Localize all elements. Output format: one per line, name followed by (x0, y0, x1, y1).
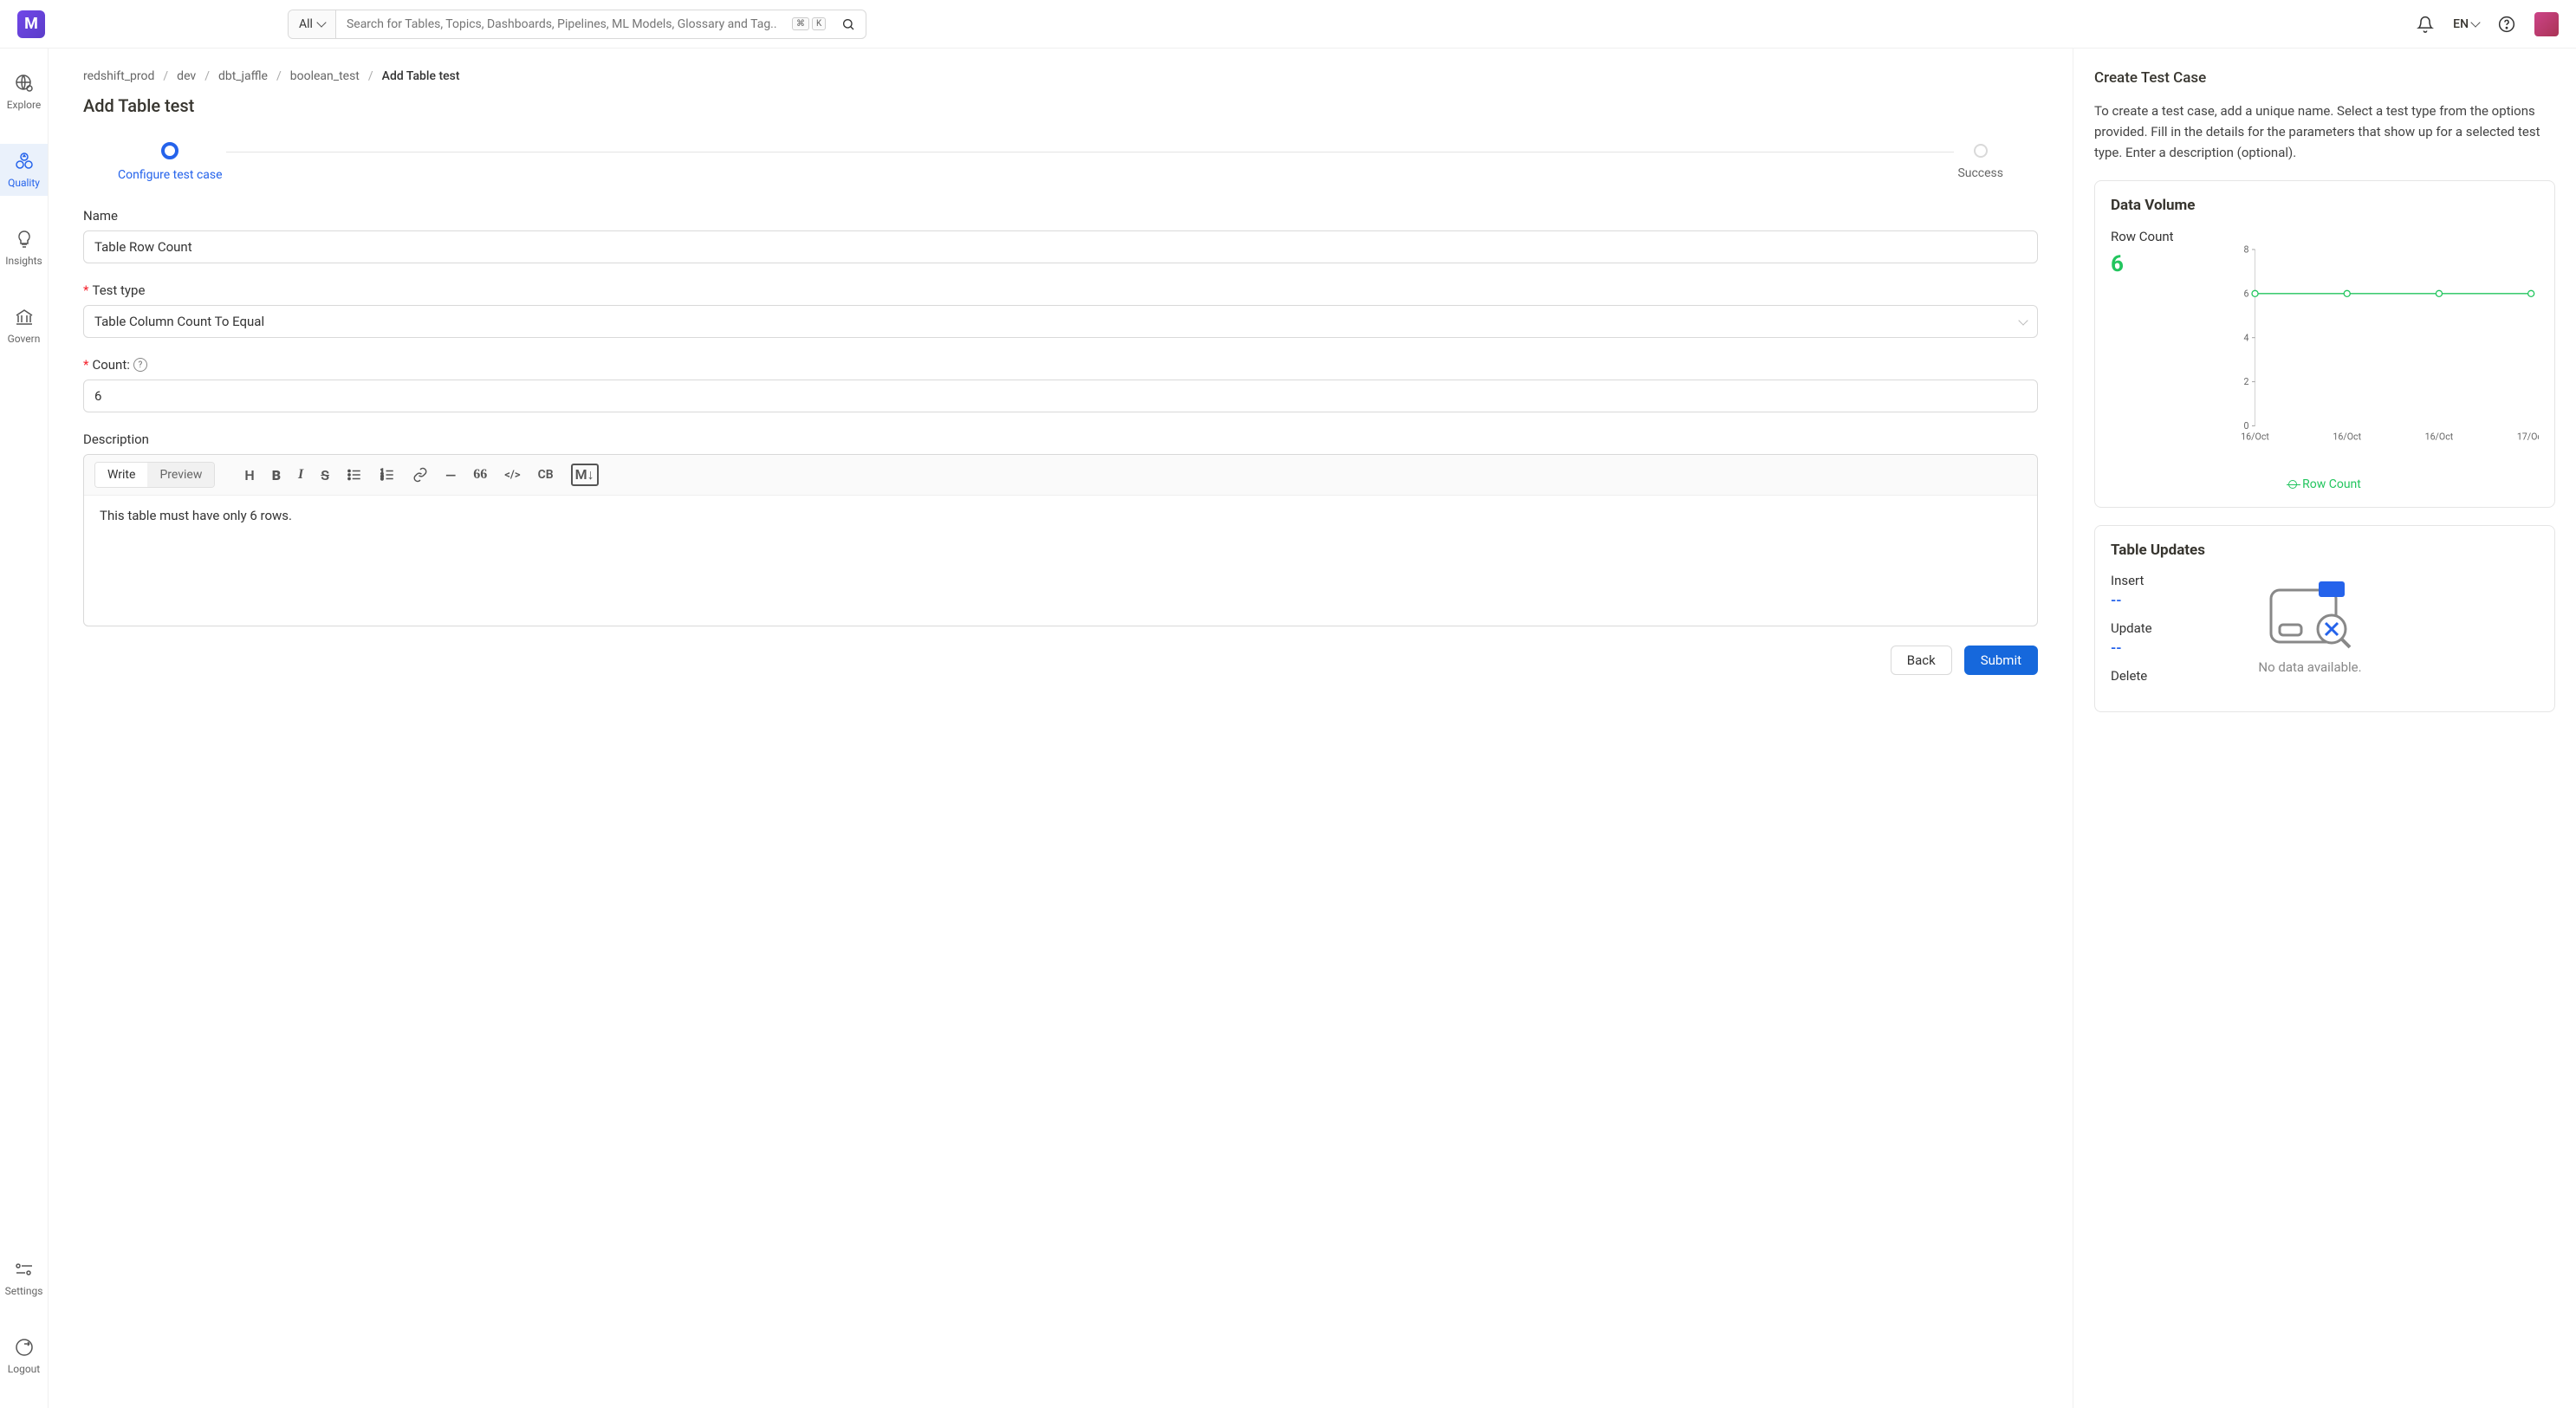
no-data-icon (2258, 573, 2362, 659)
code-icon[interactable]: </> (504, 469, 520, 482)
right-panel-description: To create a test case, add a unique name… (2094, 101, 2555, 163)
svg-text:3: 3 (381, 477, 384, 482)
description-textarea[interactable]: This table must have only 6 rows. (84, 496, 2037, 626)
search-scope-label: All (299, 17, 313, 31)
hr-icon[interactable]: — (445, 467, 456, 483)
no-data-text: No data available. (2258, 659, 2361, 675)
sidebar-item-logout[interactable]: Logout (0, 1330, 48, 1382)
avatar[interactable] (2534, 12, 2559, 36)
tab-preview[interactable]: Preview (147, 463, 214, 487)
strike-icon[interactable]: S (321, 467, 329, 483)
insert-value: -- (2111, 592, 2232, 608)
svg-text:8: 8 (2244, 243, 2249, 255)
submit-button[interactable]: Submit (1964, 646, 2038, 675)
search-icon[interactable] (831, 17, 866, 31)
table-updates-title: Table Updates (2111, 542, 2539, 559)
breadcrumb-link[interactable]: redshift_prod (83, 69, 154, 83)
count-input[interactable] (83, 380, 2038, 412)
govern-icon (14, 307, 35, 328)
search-scope-select[interactable]: All (289, 10, 336, 38)
svg-text:16/Oct: 16/Oct (2333, 431, 2361, 442)
row-count-label: Row Count (2111, 228, 2215, 246)
breadcrumb-link[interactable]: dbt_jaffle (218, 69, 268, 83)
step-success: Success (1957, 144, 2003, 180)
breadcrumb-link[interactable]: dev (177, 69, 196, 83)
svg-text:4: 4 (2244, 332, 2249, 343)
test-type-label: *Test type (83, 282, 2038, 298)
insert-label: Insert (2111, 573, 2232, 588)
sidebar-item-quality[interactable]: Quality (0, 144, 48, 196)
quote-icon[interactable]: 66 (473, 467, 487, 483)
help-icon[interactable] (2498, 16, 2515, 33)
help-icon[interactable]: ? (133, 358, 147, 372)
update-value: -- (2111, 639, 2232, 656)
svg-text:2: 2 (2244, 376, 2249, 387)
tab-write[interactable]: Write (95, 463, 147, 487)
markdown-icon[interactable]: M↓ (571, 464, 599, 486)
breadcrumb-current: Add Table test (382, 69, 460, 83)
row-count-chart: 0 2 4 6 8 16/Oct 16/Oct 16/Oct 17/Oct (2232, 228, 2539, 470)
test-type-select[interactable]: Table Column Count To Equal (83, 305, 2038, 338)
chevron-down-icon (316, 17, 326, 27)
svg-text:0: 0 (2244, 420, 2249, 431)
link-icon[interactable] (412, 467, 428, 483)
settings-icon (14, 1259, 35, 1280)
svg-text:16/Oct: 16/Oct (2425, 431, 2454, 442)
name-label: Name (83, 208, 2038, 224)
heading-icon[interactable]: H (244, 467, 254, 483)
codeblock-icon[interactable]: CB (538, 468, 554, 482)
globe-icon (14, 73, 35, 94)
search-input[interactable] (336, 10, 787, 38)
breadcrumb: redshift_prod/ dev/ dbt_jaffle/ boolean_… (83, 69, 2038, 83)
bulb-icon (14, 229, 35, 250)
ul-icon[interactable] (347, 467, 362, 483)
legend-marker-icon (2288, 480, 2297, 489)
language-select[interactable]: EN (2453, 17, 2479, 31)
page-title: Add Table test (83, 95, 2038, 116)
svg-text:6: 6 (2244, 288, 2249, 299)
name-input[interactable] (83, 230, 2038, 263)
step-circle-active-icon (161, 142, 178, 159)
row-count-value: 6 (2111, 251, 2215, 277)
sidebar-item-explore[interactable]: Explore (0, 66, 48, 118)
right-panel-title: Create Test Case (2094, 69, 2555, 87)
delete-label: Delete (2111, 668, 2232, 684)
description-label: Description (83, 431, 2038, 447)
notifications-icon[interactable] (2417, 16, 2434, 33)
quality-icon (14, 151, 35, 172)
back-button[interactable]: Back (1891, 646, 1952, 675)
sidebar-item-insights[interactable]: Insights (0, 222, 48, 274)
sidebar-item-govern[interactable]: Govern (0, 300, 48, 352)
count-label: *Count: ? (83, 357, 2038, 373)
breadcrumb-link[interactable]: boolean_test (290, 69, 360, 83)
app-logo[interactable]: M (17, 10, 45, 38)
step-circle-pending-icon (1974, 144, 1988, 158)
bold-icon[interactable]: B (272, 467, 281, 483)
chevron-down-icon (2018, 315, 2028, 325)
chevron-down-icon (2470, 17, 2480, 27)
update-label: Update (2111, 620, 2232, 636)
svg-text:17/Oct: 17/Oct (2517, 431, 2539, 442)
data-volume-title: Data Volume (2111, 197, 2539, 214)
sidebar-item-settings[interactable]: Settings (0, 1252, 48, 1304)
logout-icon (14, 1337, 35, 1358)
search-shortcut: ⌘ K (787, 17, 831, 30)
step-configure[interactable]: Configure test case (118, 142, 223, 182)
svg-text:16/Oct: 16/Oct (2241, 431, 2269, 442)
chart-legend: Row Count (2111, 477, 2539, 491)
ol-icon[interactable]: 123 (380, 467, 395, 483)
italic-icon[interactable]: I (298, 467, 303, 483)
